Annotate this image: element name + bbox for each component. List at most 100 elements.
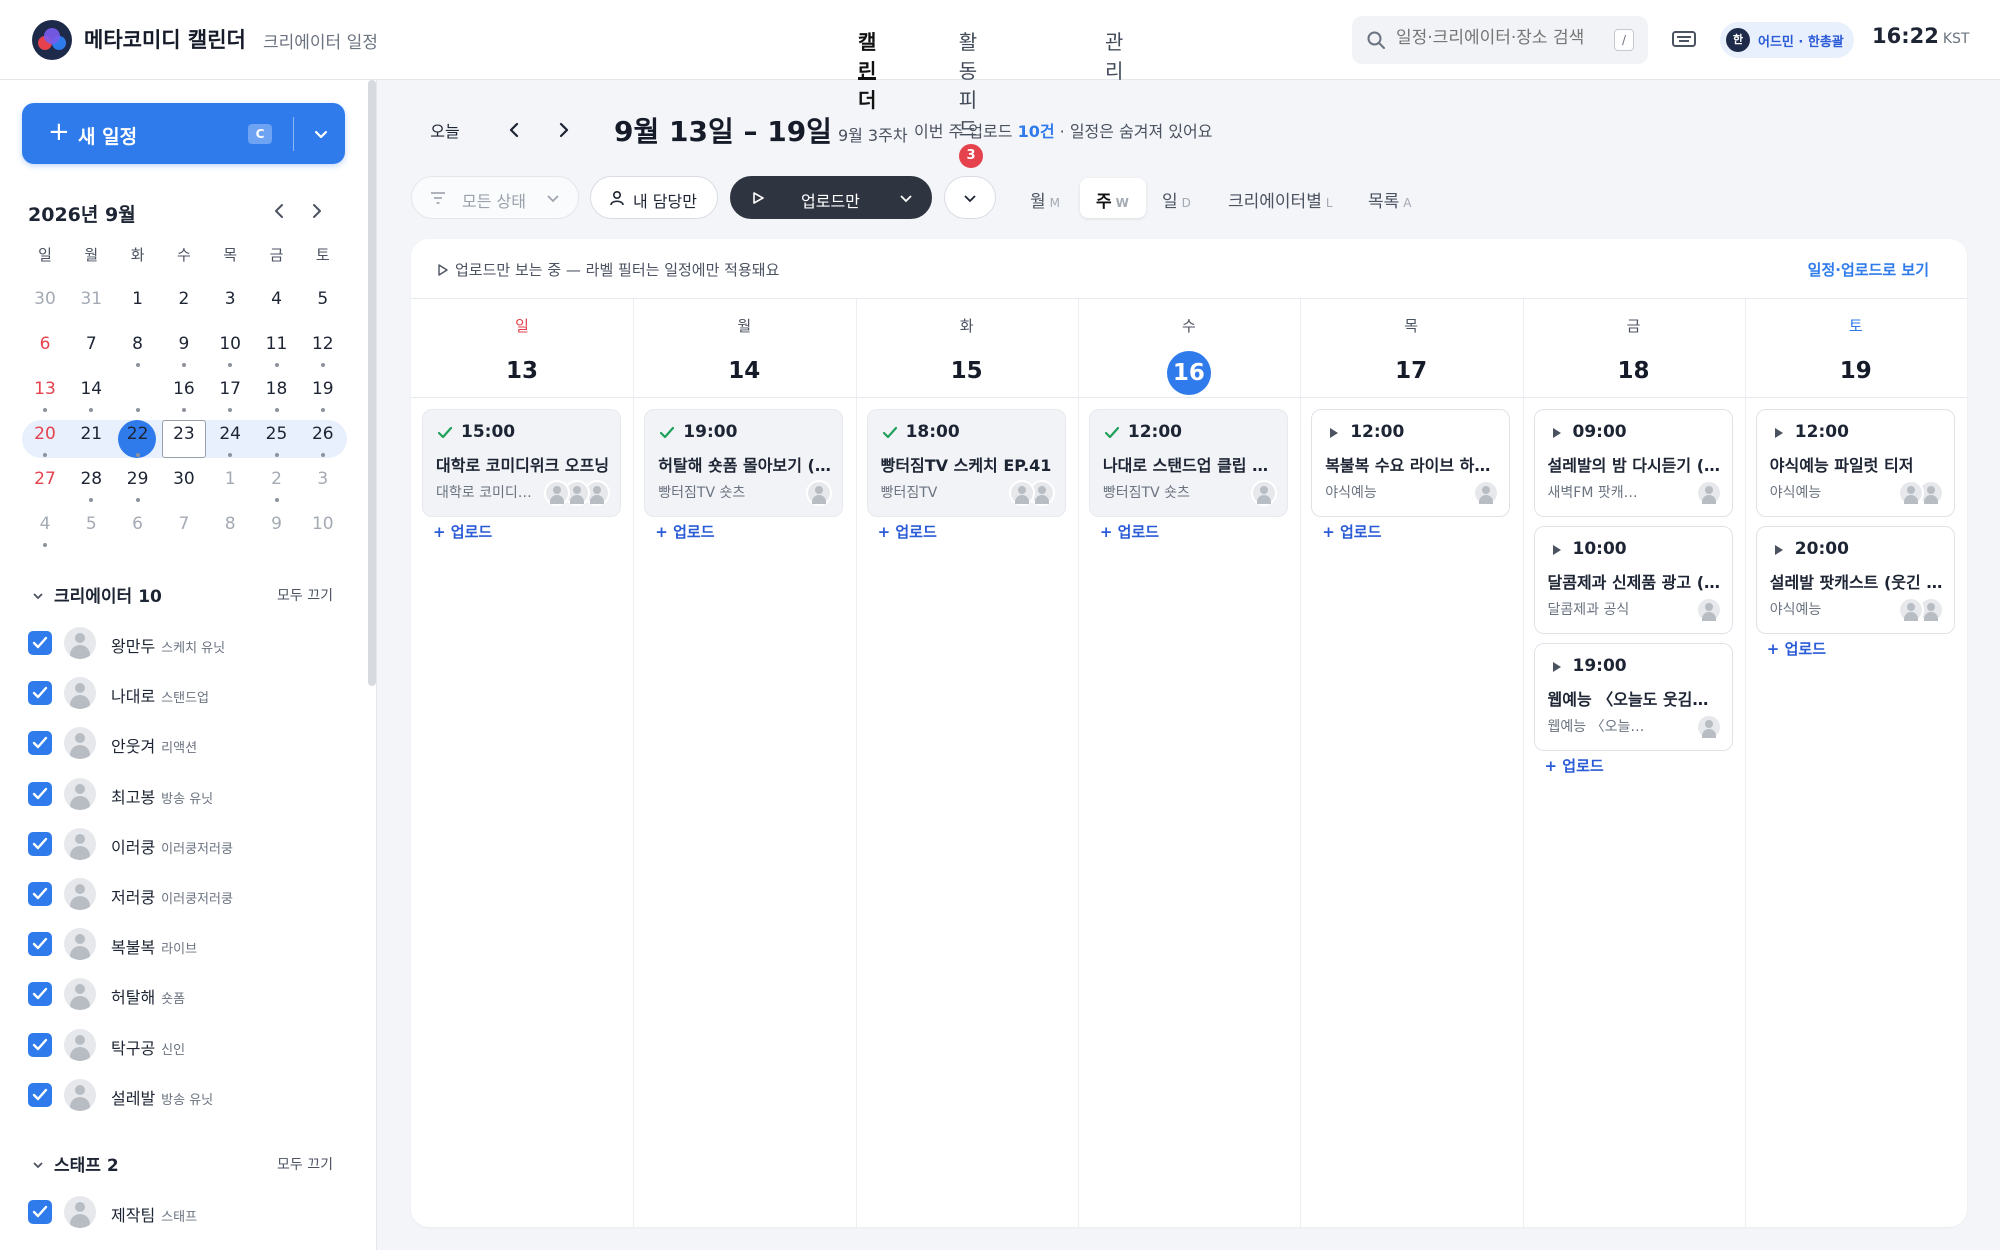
chevron-down-icon[interactable]: [312, 125, 330, 143]
day-number[interactable]: 18: [1523, 351, 1745, 391]
mini-calendar-day[interactable]: 12: [300, 325, 346, 367]
mini-calendar-day[interactable]: 8: [207, 505, 253, 543]
mini-calendar-day[interactable]: 28: [68, 460, 114, 502]
filter-row[interactable]: 허탈해 숏폼: [28, 974, 348, 1014]
mini-calendar-day[interactable]: 1: [207, 460, 253, 498]
event-card[interactable]: 12:00 복불복 수요 라이브 하이라이트야식예능: [1311, 409, 1511, 517]
tab-calendar[interactable]: 캘린더: [858, 26, 877, 112]
keyboard-shortcuts-icon[interactable]: [1672, 30, 1696, 48]
view-day-button[interactable]: 일D: [1150, 178, 1206, 218]
checkbox-checked[interactable]: [28, 831, 52, 856]
chevron-left-icon[interactable]: [268, 200, 290, 222]
mini-calendar-day[interactable]: 29: [115, 460, 161, 502]
filter-row[interactable]: 설레발 방송 유닛: [28, 1075, 348, 1115]
mini-calendar-day[interactable]: 2: [254, 460, 300, 502]
creators-group-header[interactable]: 크리에이터 10: [32, 582, 162, 607]
add-upload-button[interactable]: + 업로드: [1100, 521, 1159, 542]
mini-calendar-day[interactable]: 22: [115, 415, 161, 457]
view-list-button[interactable]: 목록 A: [1356, 178, 1426, 218]
mini-calendar-day[interactable]: 18: [254, 370, 300, 412]
mini-calendar-day[interactable]: 23: [161, 415, 207, 453]
mini-calendar-day[interactable]: 6: [22, 325, 68, 363]
event-card[interactable]: 12:00 나대로 스탠드업 클립 #13 빵터짐TV 숏츠: [1088, 409, 1288, 517]
prev-week-icon[interactable]: [504, 120, 524, 140]
event-card[interactable]: 12:00 야식예능 파일럿 티저 야식예능: [1755, 409, 1955, 517]
filter-row[interactable]: 왕만두 스케치 유닛: [28, 623, 348, 663]
mini-calendar-day[interactable]: 3: [300, 460, 346, 498]
filter-row[interactable]: 저러쿵 이러쿵저러쿵: [28, 874, 348, 914]
filter-row[interactable]: 최고봉 방송 유닛: [28, 774, 348, 814]
mini-calendar-day[interactable]: 7: [68, 325, 114, 363]
new-event-button[interactable]: + 새 일정 C: [22, 103, 345, 164]
mini-calendar-day[interactable]: 31: [68, 280, 114, 318]
add-upload-button[interactable]: + 업로드: [1767, 638, 1826, 659]
event-card[interactable]: 19:00 웹예능 〈오늘도 웃김〉 최종화웹예능 〈오늘도 웃김〉: [1533, 643, 1733, 751]
checkbox-checked[interactable]: [28, 1032, 52, 1057]
checkbox-checked[interactable]: [28, 731, 52, 756]
checkbox-checked[interactable]: [28, 1200, 52, 1224]
mini-calendar-day[interactable]: 17: [207, 370, 253, 412]
mini-calendar-day[interactable]: 24: [207, 415, 253, 457]
checkbox-checked[interactable]: [28, 1082, 52, 1107]
mini-calendar-day[interactable]: 4: [254, 280, 300, 318]
mini-calendar-day[interactable]: 5: [68, 505, 114, 543]
filter-row[interactable]: 복불복 라이브: [28, 924, 348, 964]
filter-row[interactable]: 탁구공 신인: [28, 1025, 348, 1065]
mini-calendar-day[interactable]: 11: [254, 325, 300, 367]
mini-calendar-day[interactable]: 9: [161, 325, 207, 367]
day-number[interactable]: 13: [411, 351, 633, 391]
mini-calendar-day[interactable]: 27: [22, 460, 68, 498]
checkbox-checked[interactable]: [28, 932, 52, 957]
day-number[interactable]: 17: [1300, 351, 1522, 391]
mini-calendar-day[interactable]: 16: [161, 370, 207, 412]
mini-calendar-day[interactable]: 5: [300, 280, 346, 318]
day-number[interactable]: 14: [633, 351, 855, 391]
add-upload-button[interactable]: + 업로드: [433, 521, 492, 542]
status-filter-dropdown[interactable]: 모든 상태: [411, 176, 579, 219]
view-by-creator-button[interactable]: 크리에이터별 L: [1216, 178, 1346, 218]
staff-group-header[interactable]: 스태프 2: [32, 1151, 119, 1176]
mini-calendar-day[interactable]: 10: [300, 505, 346, 543]
mini-calendar-day[interactable]: 13: [22, 370, 68, 412]
mini-calendar-day[interactable]: 19: [300, 370, 346, 412]
tab-admin[interactable]: 관리: [1105, 26, 1123, 83]
day-number[interactable]: 15: [856, 351, 1078, 391]
today-button[interactable]: 오늘: [420, 116, 470, 144]
upload-only-filter-button[interactable]: 업로드만: [730, 176, 932, 219]
filter-row[interactable]: 제작팀 스태프: [28, 1192, 348, 1232]
mini-calendar-day[interactable]: 30: [22, 280, 68, 318]
event-card[interactable]: 10:00 달콤제과 신제품 광고 (본편) 달콤제과 공식: [1533, 526, 1733, 634]
event-card[interactable]: 19:00 허탈해 숏폼 몰아보기 (주간) 빵터짐TV 숏츠: [644, 409, 844, 517]
add-upload-button[interactable]: + 업로드: [1322, 521, 1381, 542]
more-filters-button[interactable]: [944, 176, 996, 219]
filter-row[interactable]: 안웃겨 리액션: [28, 723, 348, 763]
app-logo-icon[interactable]: [32, 20, 72, 60]
event-card[interactable]: 15:00 대학로 코미디위크 오프닝 대학로 코미디위크: [422, 409, 621, 517]
user-menu[interactable]: 한 어드민 · 한총괄: [1720, 22, 1854, 58]
tab-activity-feed[interactable]: 활동 피드3: [953, 26, 983, 168]
event-card[interactable]: 09:00 설레발의 밤 다시듣기 (EP.) 새벽FM 팟캐스트: [1533, 409, 1733, 517]
mini-calendar-day[interactable]: 20: [22, 415, 68, 457]
chevron-down-icon[interactable]: [899, 193, 913, 205]
event-card[interactable]: 18:00 빵터짐TV 스케치 EP.41 빵터짐TV: [866, 409, 1066, 517]
checkbox-checked[interactable]: [28, 882, 52, 906]
event-card[interactable]: 20:00 설레발 팟캐스트 (웃긴 밤) 야식예능: [1755, 526, 1955, 634]
checkbox-checked[interactable]: [28, 631, 52, 655]
next-week-icon[interactable]: [554, 120, 574, 140]
mini-calendar-day[interactable]: 7: [161, 505, 207, 543]
mini-calendar-day[interactable]: 30: [161, 460, 207, 498]
mini-calendar-day[interactable]: 10: [207, 325, 253, 367]
mini-calendar-day[interactable]: 21: [68, 415, 114, 453]
add-upload-button[interactable]: + 업로드: [1545, 755, 1604, 776]
search-box[interactable]: /: [1352, 16, 1648, 64]
my-assigned-filter-button[interactable]: 내 담당만: [590, 176, 718, 219]
mini-calendar-day[interactable]: 6: [115, 505, 161, 543]
checkbox-checked[interactable]: [28, 681, 52, 706]
mini-calendar-day[interactable]: 4: [22, 505, 68, 547]
view-week-button[interactable]: 주W: [1080, 178, 1146, 218]
mini-calendar-day[interactable]: 9: [254, 505, 300, 543]
filter-row[interactable]: 이러쿵 이러쿵저러쿵: [28, 824, 348, 864]
day-number[interactable]: 16: [1078, 351, 1300, 395]
filter-row[interactable]: 나대로 스탠드업: [28, 673, 348, 713]
mini-calendar-day[interactable]: 25: [254, 415, 300, 457]
